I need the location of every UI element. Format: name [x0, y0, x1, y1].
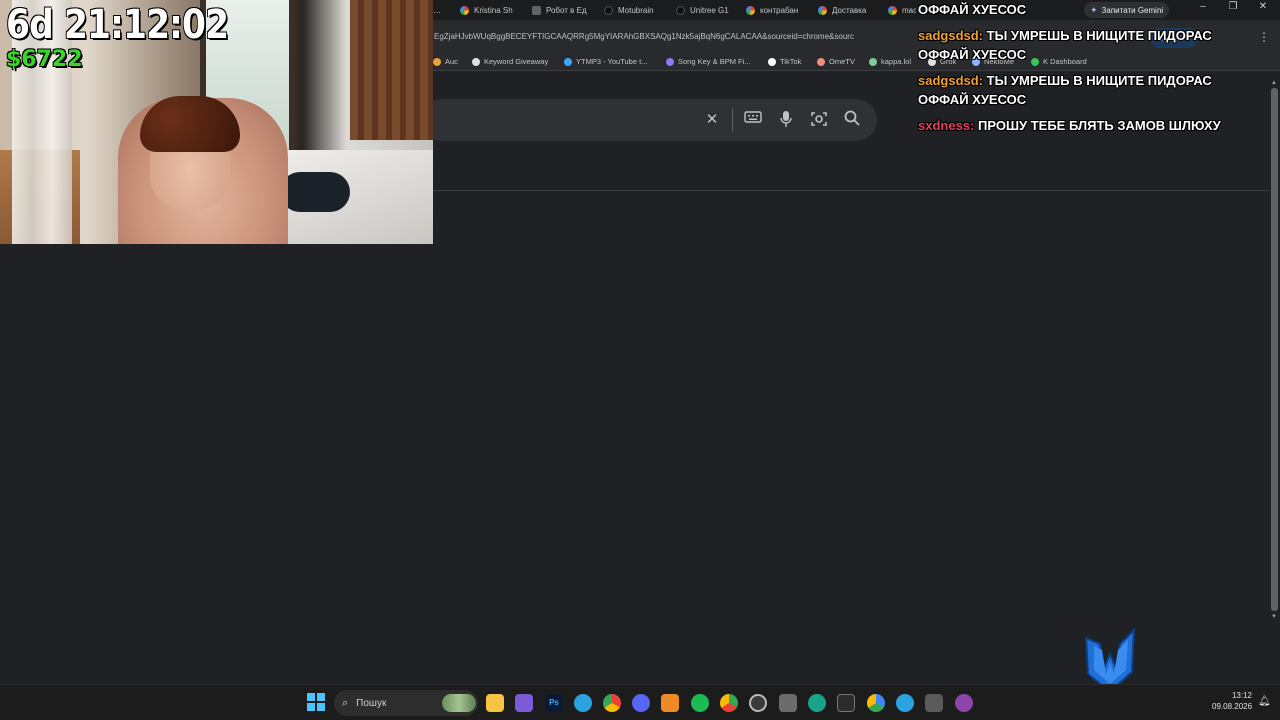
- page-scrollbar[interactable]: [1271, 88, 1278, 611]
- search-divider: [732, 108, 733, 132]
- chat-message: sadgsdsd: ТЫ УМРЕШЬ В НИЩИТЕ ПИДОРАС: [918, 73, 1212, 88]
- taskbar-search[interactable]: ⌕ Пошук: [334, 690, 478, 716]
- stream-timer: 6d 21:12:02: [6, 2, 229, 48]
- search-highlight-icon: [442, 694, 476, 712]
- microphone-icon[interactable]: [776, 110, 796, 130]
- browser-tab-partial[interactable]: …: [433, 2, 443, 18]
- chrome-icon[interactable]: [603, 694, 621, 712]
- webcam-wood-wall: [350, 0, 433, 140]
- terminal-icon[interactable]: [837, 694, 855, 712]
- bookmark-item[interactable]: kappa.lol: [869, 57, 911, 66]
- spotify-icon[interactable]: [691, 694, 709, 712]
- google-icon: [746, 5, 755, 15]
- chat-message: sadgsdsd: ТЫ УМРЕШЬ В НИЩИТЕ ПИДОРАС: [918, 28, 1212, 43]
- search-icon: ⌕: [342, 696, 349, 709]
- tiktok-icon: [768, 57, 776, 66]
- clear-icon[interactable]: ✕: [702, 110, 722, 130]
- messenger-icon[interactable]: [896, 694, 914, 712]
- site-icon: [676, 5, 685, 15]
- chat-message: sxdness: ПРОШУ ТЕБЕ БЛЯТЬ ЗАМОВ ШЛЮХУ: [918, 118, 1221, 133]
- stream-money-counter: $6722: [6, 47, 83, 72]
- site-icon: [604, 5, 613, 15]
- browser-tab[interactable]: Motubrain: [604, 2, 660, 18]
- bookmark-item[interactable]: Keyword Giveaway: [472, 57, 548, 66]
- bookmark-icon: [666, 57, 674, 66]
- site-icon: [532, 5, 541, 15]
- windows-start-icon[interactable]: [307, 693, 325, 711]
- chrome-active-icon[interactable]: [867, 694, 885, 712]
- app-store-icon[interactable]: [515, 694, 533, 712]
- bookmark-icon: [472, 57, 480, 66]
- webcam-bag: [280, 172, 350, 212]
- browser-tab[interactable]: контрабан: [746, 2, 802, 18]
- results-divider: [432, 190, 1270, 191]
- browser-tab-active[interactable]: mac: [888, 2, 916, 18]
- browser-tab[interactable]: Доставка: [818, 2, 870, 18]
- browser-tab[interactable]: Unitree G1: [676, 2, 732, 18]
- scroll-down-arrow-icon[interactable]: ▼: [1271, 614, 1277, 620]
- fl-studio-icon[interactable]: [661, 694, 679, 712]
- lens-camera-icon[interactable]: [809, 110, 829, 130]
- app-icon[interactable]: [779, 694, 797, 712]
- search-icon[interactable]: [842, 110, 862, 130]
- notification-bell-icon[interactable]: 🔔︎: [1258, 696, 1271, 707]
- obs-icon[interactable]: [749, 694, 767, 712]
- telegram-icon[interactable]: [574, 694, 592, 712]
- chat-message: ОФФАЙ ХУЕСОС: [918, 2, 1027, 17]
- system-clock[interactable]: 13:12 09.08.2026: [1212, 690, 1252, 712]
- browser-tab[interactable]: Робот в Ед: [532, 2, 588, 18]
- google-icon: [818, 5, 827, 15]
- bookmark-icon: [869, 57, 877, 66]
- windows-taskbar: ⌕ Пошук Ps 13:12 09.08.2026 🔔︎: [0, 684, 1280, 720]
- bookmark-icon: [817, 57, 825, 66]
- calculator-icon[interactable]: [925, 694, 943, 712]
- discord-icon[interactable]: [632, 694, 650, 712]
- bookmark-item[interactable]: Auc: [433, 57, 458, 66]
- bookmark-item[interactable]: YTMP3 - YouTube t...: [564, 57, 647, 66]
- bookmark-item[interactable]: TikTok: [768, 57, 801, 66]
- bookmark-icon: [564, 57, 572, 66]
- bookmark-icon: [433, 57, 441, 66]
- browser-tab[interactable]: Kristina Sh: [460, 2, 520, 18]
- browser-menu-icon[interactable]: ⋮: [1258, 30, 1270, 44]
- photoshop-icon[interactable]: Ps: [545, 694, 563, 712]
- scroll-up-arrow-icon[interactable]: ▲: [1271, 80, 1277, 86]
- webcam-person-hair: [140, 96, 240, 152]
- keyboard-icon[interactable]: [743, 110, 763, 130]
- webcam-overlay: 6d 21:12:02 $6722: [0, 0, 433, 244]
- google-icon: [888, 5, 897, 15]
- google-search-box[interactable]: ✕: [420, 99, 877, 141]
- file-explorer-icon[interactable]: [486, 694, 504, 712]
- bookmark-item[interactable]: OmeTV: [817, 57, 855, 66]
- google-icon: [460, 5, 469, 15]
- edge-icon[interactable]: [808, 694, 826, 712]
- chrome-profile-icon[interactable]: [720, 694, 738, 712]
- url-field[interactable]: EgZjaHJvbWUqBggBECEYFTIGCAAQRRg5MgYIARAh…: [434, 32, 914, 41]
- bookmark-item[interactable]: Song Key & BPM Fi...: [666, 57, 751, 66]
- chat-message: ОФФАЙ ХУЕСОС: [918, 47, 1027, 62]
- media-player-icon[interactable]: [955, 694, 973, 712]
- chat-message: ОФФАЙ ХУЕСОС: [918, 92, 1027, 107]
